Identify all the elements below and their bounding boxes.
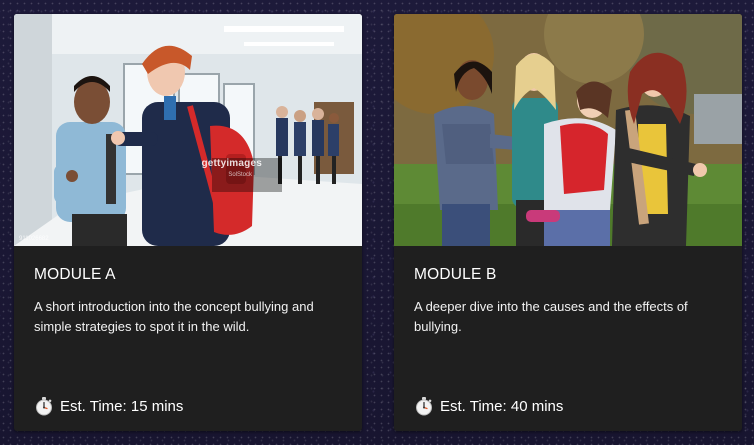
image-watermark: gettyimages xyxy=(201,158,262,169)
module-a-image: gettyimages SolStock 911026682 xyxy=(14,14,362,246)
stopwatch-icon xyxy=(34,396,54,416)
image-id: 911026682 xyxy=(19,236,49,242)
module-description: A deeper dive into the causes and the ef… xyxy=(414,299,688,334)
estimated-time-label: Est. Time: 15 mins xyxy=(60,397,184,415)
module-description: A short introduction into the concept bu… xyxy=(34,299,314,334)
module-card-b[interactable]: MODULE B A deeper dive into the causes a… xyxy=(394,14,742,431)
module-b-image xyxy=(394,14,742,246)
estimated-time: Est. Time: 40 mins xyxy=(414,396,563,416)
image-watermark-credit: SolStock xyxy=(228,172,252,178)
estimated-time-label: Est. Time: 40 mins xyxy=(440,397,564,415)
module-card-a[interactable]: gettyimages SolStock 911026682 MODULE A … xyxy=(14,14,362,431)
module-title: MODULE A xyxy=(34,266,116,283)
estimated-time: Est. Time: 15 mins xyxy=(34,396,183,416)
stopwatch-icon xyxy=(414,396,434,416)
module-title: MODULE B xyxy=(414,266,497,283)
